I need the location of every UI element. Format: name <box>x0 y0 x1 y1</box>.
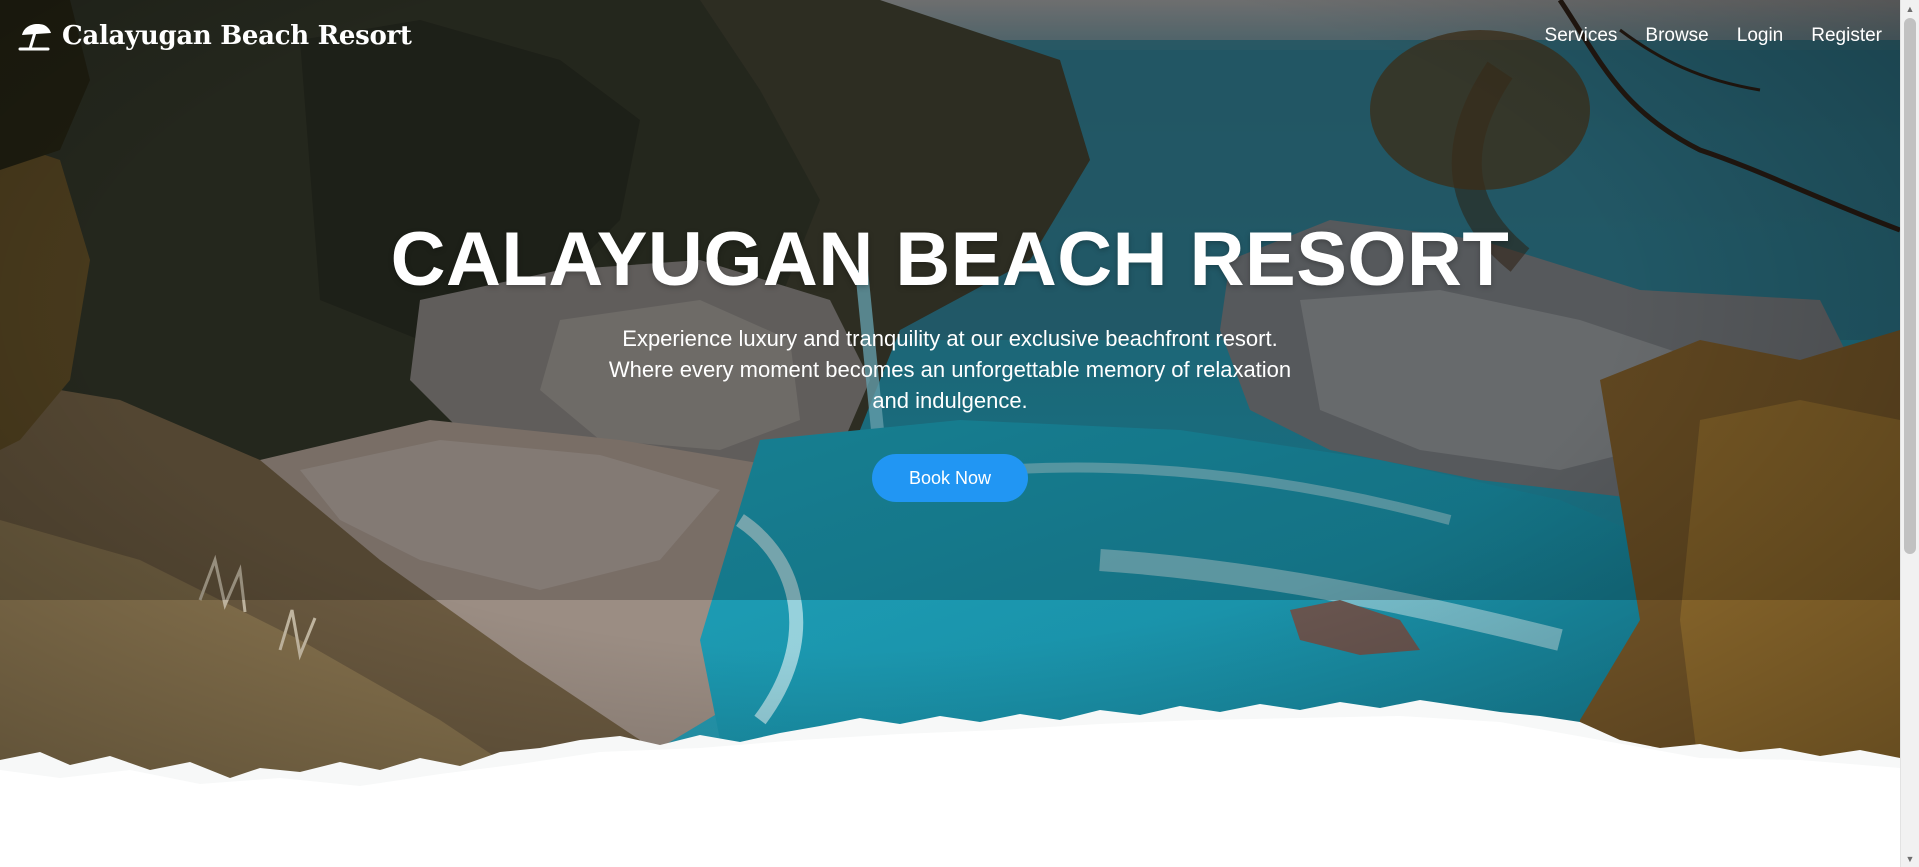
nav-link-login[interactable]: Login <box>1737 25 1784 47</box>
hero-section: Calayugan Beach Resort Services Browse L… <box>0 0 1900 867</box>
hero-subtitle-line-3: and indulgence. <box>872 388 1028 413</box>
nav-link-register[interactable]: Register <box>1811 25 1882 47</box>
hero-subtitle-line-2: Where every moment becomes an unforgetta… <box>608 357 1292 382</box>
book-now-button[interactable]: Book Now <box>872 454 1028 502</box>
nav-links: Services Browse Login Register <box>1545 25 1882 47</box>
hero-subtitle-line-1: Experience luxury and tranquility at our… <box>622 326 1278 351</box>
beach-umbrella-icon <box>18 21 52 51</box>
hero-content: CALAYUGAN BEACH RESORT Experience luxury… <box>0 215 1900 502</box>
hero-subtitle: Experience luxury and tranquility at our… <box>570 323 1330 416</box>
scroll-up-arrow-icon[interactable]: ▲ <box>1901 0 1919 17</box>
page-scrollbar[interactable]: ▲ ▼ <box>1900 0 1919 867</box>
scrollbar-thumb[interactable] <box>1904 18 1916 554</box>
nav-link-browse[interactable]: Browse <box>1645 25 1708 47</box>
nav-link-services[interactable]: Services <box>1545 25 1618 47</box>
brand-link[interactable]: Calayugan Beach Resort <box>18 21 412 51</box>
navbar: Calayugan Beach Resort Services Browse L… <box>0 0 1900 72</box>
hero-title: CALAYUGAN BEACH RESORT <box>390 217 1510 302</box>
scroll-down-arrow-icon[interactable]: ▼ <box>1901 850 1919 867</box>
brand-name: Calayugan Beach Resort <box>62 21 412 51</box>
